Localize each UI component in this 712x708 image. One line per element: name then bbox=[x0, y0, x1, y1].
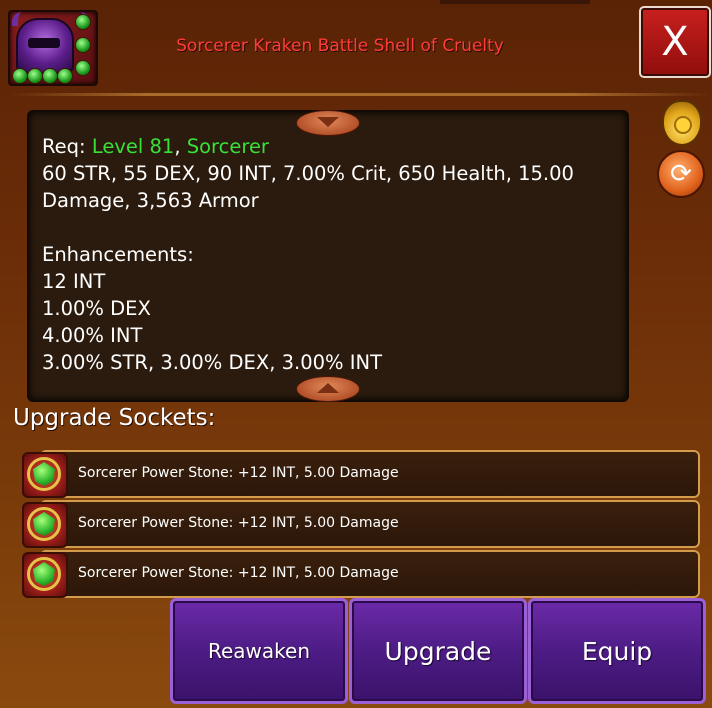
upgrade-dot-icon bbox=[57, 68, 73, 84]
equip-button[interactable]: Equip bbox=[528, 598, 706, 704]
upgrade-dot-icon bbox=[27, 68, 43, 84]
power-stone-icon[interactable] bbox=[22, 502, 68, 548]
socket-gem-mini-icon bbox=[75, 14, 91, 30]
socket-label: Sorcerer Power Stone: +12 INT, 5.00 Dama… bbox=[78, 515, 399, 531]
enhancement-line: 12 INT bbox=[42, 270, 106, 293]
power-stone-icon[interactable] bbox=[22, 552, 68, 598]
scroll-down-arrow-icon[interactable] bbox=[296, 376, 360, 402]
enhancement-line: 3.00% STR, 3.00% DEX, 3.00% INT bbox=[42, 351, 383, 374]
socket-gem-mini-icon bbox=[75, 37, 91, 53]
req-class: Sorcerer bbox=[186, 135, 269, 158]
item-title: Sorcerer Kraken Battle Shell of Cruelty bbox=[176, 36, 504, 56]
coin-bag-icon[interactable] bbox=[662, 100, 702, 146]
item-icon[interactable] bbox=[8, 10, 98, 86]
socket-label: Sorcerer Power Stone: +12 INT, 5.00 Dama… bbox=[78, 465, 399, 481]
enhancements-title: Enhancements: bbox=[42, 243, 194, 266]
sockets-title: Upgrade Sockets: bbox=[13, 405, 216, 431]
stats-line: Damage, 3,563 Armor bbox=[42, 189, 259, 212]
req-level: Level 81 bbox=[91, 135, 175, 158]
req-separator: , bbox=[174, 135, 187, 158]
upgrade-button[interactable]: Upgrade bbox=[349, 598, 527, 704]
requirement-line: Req: Level 81, Sorcerer bbox=[42, 133, 617, 160]
req-label: Req: bbox=[42, 135, 92, 158]
socket-row[interactable]: Sorcerer Power Stone: +12 INT, 5.00 Dama… bbox=[40, 450, 700, 498]
enhancement-line: 1.00% DEX bbox=[42, 297, 151, 320]
upgrade-dot-icon bbox=[42, 68, 58, 84]
reawaken-button[interactable]: Reawaken bbox=[170, 598, 348, 704]
stats-line: 60 STR, 55 DEX, 90 INT, 7.00% Crit, 650 … bbox=[42, 162, 574, 185]
close-button[interactable]: X bbox=[639, 6, 711, 78]
socket-row[interactable]: Sorcerer Power Stone: +12 INT, 5.00 Dama… bbox=[40, 550, 700, 598]
enhancement-line: 4.00% INT bbox=[42, 324, 143, 347]
socket-label: Sorcerer Power Stone: +12 INT, 5.00 Dama… bbox=[78, 565, 399, 581]
top-strip bbox=[440, 0, 590, 4]
power-stone-icon[interactable] bbox=[22, 452, 68, 498]
description-text: Req: Level 81, Sorcerer 60 STR, 55 DEX, … bbox=[42, 133, 617, 376]
swap-icon[interactable]: ⟳ bbox=[657, 150, 705, 198]
header-divider bbox=[10, 93, 710, 96]
socket-gem-mini-icon bbox=[75, 60, 91, 76]
purple-helmet-icon bbox=[12, 12, 90, 74]
upgrade-dot-icon bbox=[12, 68, 28, 84]
socket-row[interactable]: Sorcerer Power Stone: +12 INT, 5.00 Dama… bbox=[40, 500, 700, 548]
